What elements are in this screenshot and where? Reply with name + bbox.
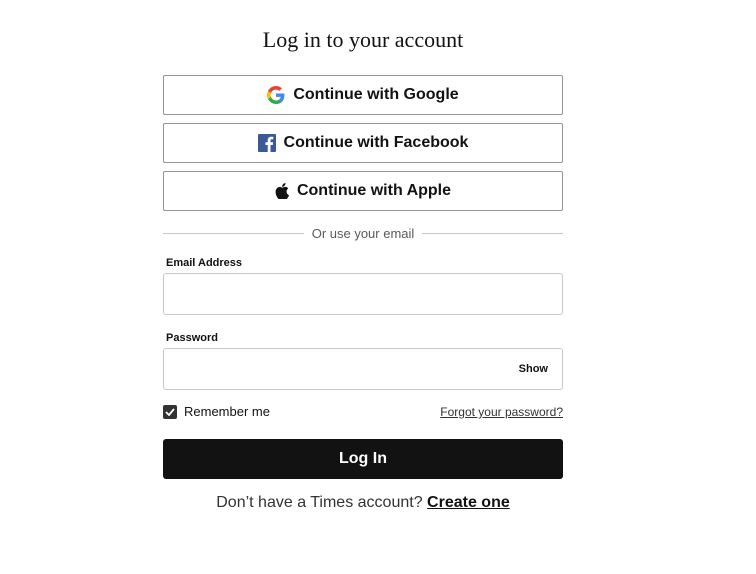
continue-with-facebook-label: Continue with Facebook: [283, 134, 469, 151]
password-label: Password: [166, 332, 218, 344]
signup-prompt-text: Don’t have a Times account?: [216, 494, 423, 511]
signup-prompt: Don’t have a Times account? Create one: [163, 494, 563, 512]
remember-me-checkbox[interactable]: [163, 404, 177, 419]
email-field-box: [163, 273, 563, 315]
continue-with-google-label: Continue with Google: [293, 86, 459, 103]
continue-with-google-button[interactable]: Continue with Google: [163, 75, 563, 115]
show-password-button[interactable]: Show: [519, 363, 548, 375]
facebook-icon: [257, 134, 276, 152]
divider-text: Or use your email: [311, 225, 415, 241]
continue-with-apple-label: Continue with Apple: [296, 182, 452, 199]
email-field[interactable]: [164, 274, 518, 312]
divider-line-left: [163, 232, 304, 234]
google-icon: [267, 86, 285, 104]
password-field-box: Show: [163, 348, 563, 390]
continue-with-facebook-button[interactable]: Continue with Facebook: [163, 123, 563, 163]
page-title: Log in to your account: [262, 27, 464, 52]
divider-line-right: [422, 232, 563, 234]
remember-me: Remember me: [163, 404, 270, 419]
log-in-button[interactable]: Log In: [163, 439, 563, 479]
forgot-password-link[interactable]: Forgot your password?: [440, 405, 563, 419]
or-divider: Or use your email: [163, 224, 563, 242]
remember-me-label[interactable]: Remember me: [184, 404, 270, 419]
apple-icon: [275, 183, 289, 199]
password-field[interactable]: [164, 349, 518, 387]
create-account-link[interactable]: Create one: [427, 494, 510, 511]
continue-with-apple-button[interactable]: Continue with Apple: [163, 171, 563, 211]
checkmark-icon: [165, 407, 175, 416]
email-label: Email Address: [166, 257, 243, 269]
